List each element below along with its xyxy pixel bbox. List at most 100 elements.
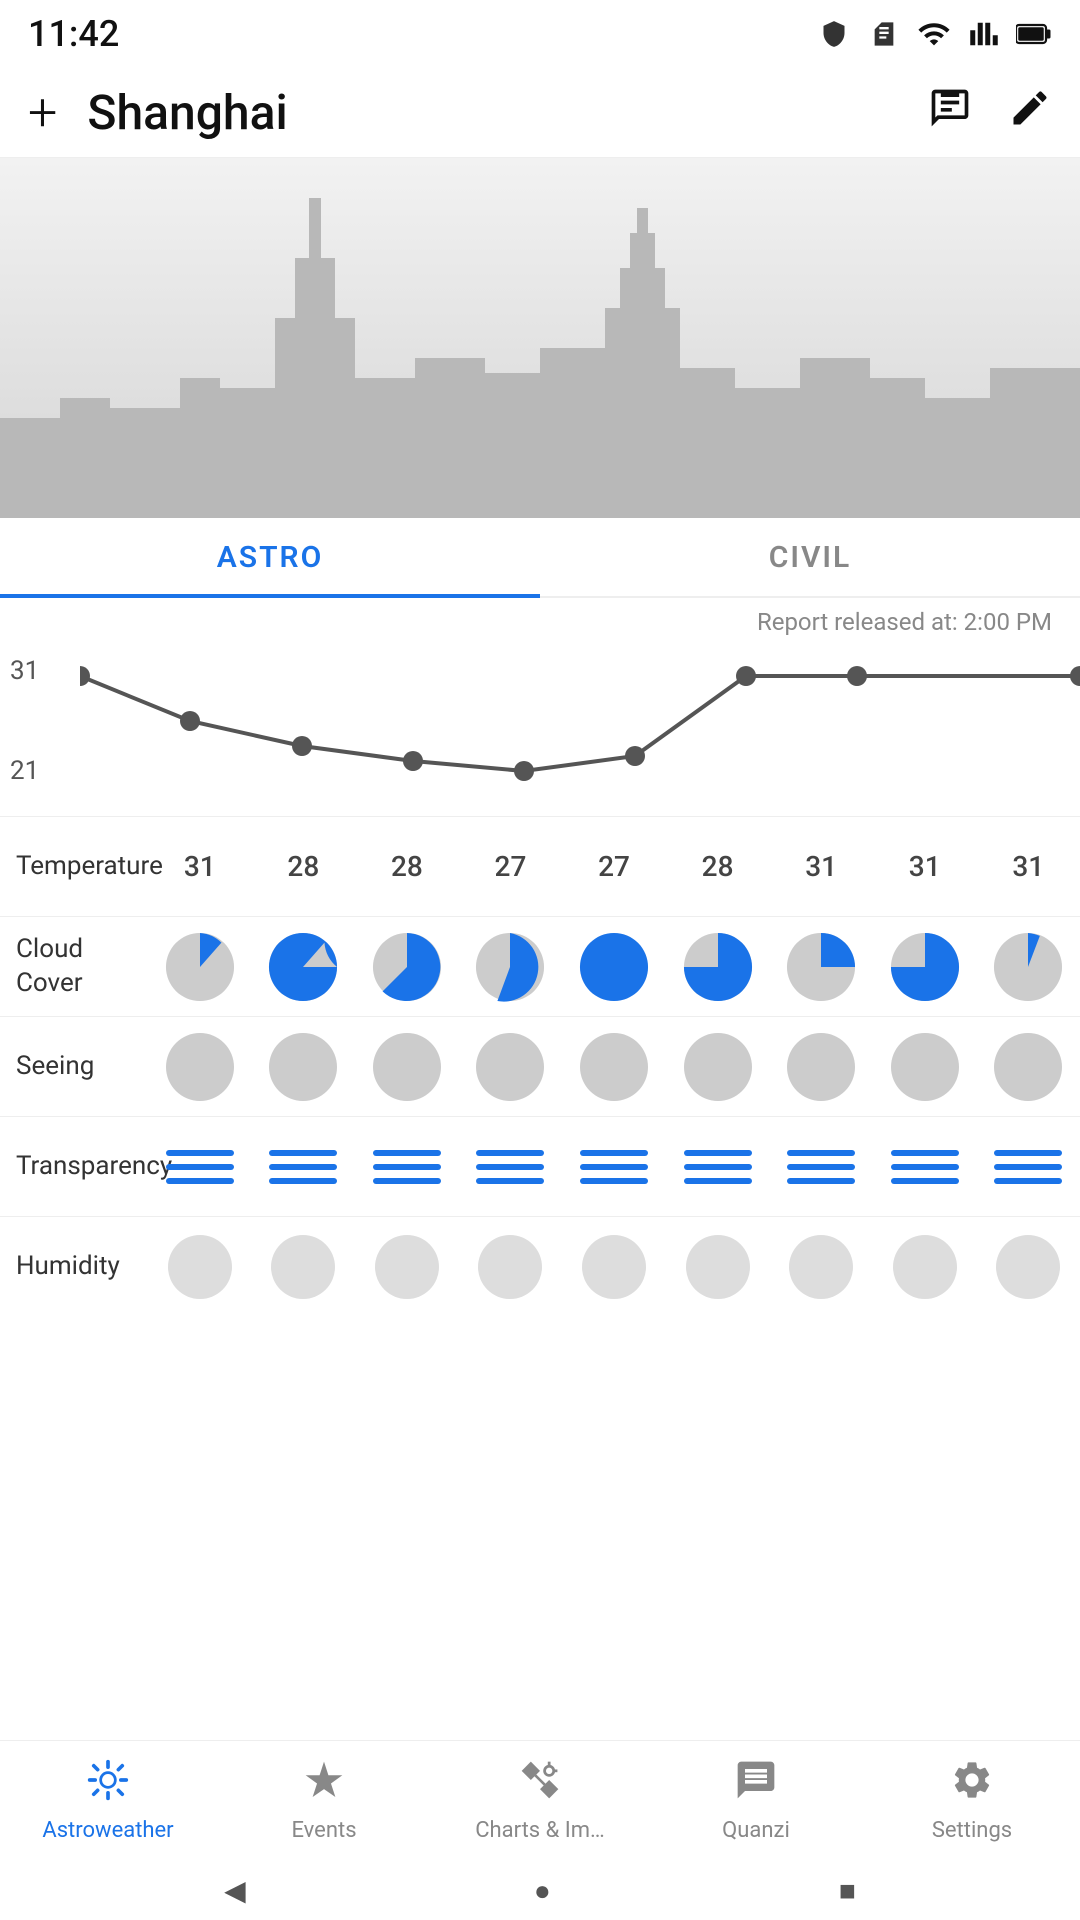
recent-button[interactable]: ■: [839, 1874, 856, 1907]
seeing-row: Seeing: [0, 1016, 1080, 1116]
seeing-cell-5: [666, 1023, 770, 1111]
tab-civil[interactable]: CIVIL: [540, 518, 1080, 596]
tab-astro[interactable]: ASTRO: [0, 518, 540, 596]
humidity-cell-4: [562, 1225, 666, 1309]
chat-icon: [734, 1758, 778, 1812]
status-bar: 11:42: [0, 0, 1080, 68]
sun-icon: [86, 1758, 130, 1812]
temperature-row: Temperature 31 28 28 27 27 28 31 31 31: [0, 816, 1080, 916]
temp-cell-7: 31: [873, 840, 977, 893]
nav-label-events: Events: [291, 1818, 356, 1843]
message-button[interactable]: [928, 86, 972, 140]
bottom-nav: Astroweather Events Charts & Im…: [0, 1740, 1080, 1860]
trans-cell-8: [977, 1136, 1080, 1198]
trans-cell-2: [355, 1136, 459, 1198]
cloud-cell-4: [562, 920, 666, 1014]
trans-cell-7: [873, 1136, 977, 1198]
shield-icon: [816, 16, 852, 52]
seeing-cell-7: [873, 1023, 977, 1111]
temp-cell-3: 27: [459, 840, 563, 893]
temp-cell-6: 31: [769, 840, 873, 893]
skyline-hero: [0, 158, 1080, 518]
seeing-cell-4: [562, 1023, 666, 1111]
nav-item-settings[interactable]: Settings: [864, 1741, 1080, 1860]
cloud-cell-3: [459, 920, 563, 1014]
chart-line-area: [80, 646, 1080, 816]
sim-icon: [866, 16, 902, 52]
cloud-cell-8: [977, 920, 1080, 1014]
nav-item-charts[interactable]: Charts & Im…: [432, 1741, 648, 1860]
humidity-cell-7: [873, 1225, 977, 1309]
humidity-cell-3: [459, 1225, 563, 1309]
trans-cell-4: [562, 1136, 666, 1198]
trans-cell-3: [459, 1136, 563, 1198]
top-bar-left: + Shanghai: [28, 82, 288, 143]
humidity-cell-6: [769, 1225, 873, 1309]
humidity-cell-1: [252, 1225, 356, 1309]
transparency-cells: [148, 1136, 1080, 1198]
home-button[interactable]: ●: [534, 1874, 551, 1907]
status-icons: [816, 16, 1052, 52]
add-button[interactable]: +: [28, 82, 57, 143]
signal-icon: [966, 16, 1002, 52]
top-bar: + Shanghai: [0, 68, 1080, 158]
trans-cell-1: [252, 1136, 356, 1198]
data-grid: Temperature 31 28 28 27 27 28 31 31 31 C…: [0, 816, 1080, 1316]
star-icon: [302, 1758, 346, 1812]
cloud-cell-1: [252, 920, 356, 1014]
tabs-bar: ASTRO CIVIL: [0, 518, 1080, 598]
page-title: Shanghai: [87, 84, 287, 141]
humidity-cell-2: [355, 1225, 459, 1309]
status-time: 11:42: [28, 13, 119, 55]
humidity-row: Humidity: [0, 1216, 1080, 1316]
battery-icon: [1016, 16, 1052, 52]
seeing-cell-3: [459, 1023, 563, 1111]
transparency-row: Transparency: [0, 1116, 1080, 1216]
back-button[interactable]: ◀: [224, 1874, 246, 1907]
edit-button[interactable]: [1008, 86, 1052, 140]
cloud-cover-cells: [148, 920, 1080, 1014]
nav-label-quanzi: Quanzi: [722, 1818, 790, 1843]
temp-cell-8: 31: [977, 840, 1080, 893]
humidity-cell-5: [666, 1225, 770, 1309]
cloud-cell-5: [666, 920, 770, 1014]
nav-item-quanzi[interactable]: Quanzi: [648, 1741, 864, 1860]
nav-item-astroweather[interactable]: Astroweather: [0, 1741, 216, 1860]
cloud-cover-label: Cloud Cover: [0, 923, 148, 1011]
top-bar-right: [928, 86, 1052, 140]
gear-icon: [950, 1758, 994, 1812]
seeing-cell-0: [148, 1023, 252, 1111]
temp-cell-5: 28: [666, 840, 770, 893]
humidity-cell-8: [977, 1225, 1080, 1309]
nav-label-settings: Settings: [932, 1818, 1012, 1843]
satellite-icon: [518, 1758, 562, 1812]
temp-cell-1: 28: [252, 840, 356, 893]
seeing-cells: [148, 1023, 1080, 1111]
temperature-label: Temperature: [0, 840, 148, 894]
seeing-cell-6: [769, 1023, 873, 1111]
trans-cell-0: [148, 1136, 252, 1198]
temp-cell-2: 28: [355, 840, 459, 893]
temp-cell-0: 31: [148, 840, 252, 893]
android-nav: ◀ ● ■: [0, 1860, 1080, 1920]
humidity-cell-0: [148, 1225, 252, 1309]
cloud-cover-row: Cloud Cover: [0, 916, 1080, 1016]
wifi-icon: [916, 16, 952, 52]
report-line: Report released at: 2:00 PM: [0, 598, 1080, 646]
nav-label-charts: Charts & Im…: [475, 1818, 605, 1843]
cloud-cell-7: [873, 920, 977, 1014]
nav-item-events[interactable]: Events: [216, 1741, 432, 1860]
seeing-cell-1: [252, 1023, 356, 1111]
seeing-label: Seeing: [0, 1040, 148, 1094]
cloud-cell-2: [355, 920, 459, 1014]
humidity-cells: [148, 1225, 1080, 1309]
cloud-cell-0: [148, 920, 252, 1014]
chart-y-max: 31: [10, 656, 39, 686]
trans-cell-6: [769, 1136, 873, 1198]
temp-cell-4: 27: [562, 840, 666, 893]
seeing-cell-8: [977, 1023, 1080, 1111]
trans-cell-5: [666, 1136, 770, 1198]
chart-area: 31 21: [0, 646, 1080, 816]
humidity-label: Humidity: [0, 1240, 148, 1294]
temperature-cells: 31 28 28 27 27 28 31 31 31: [148, 840, 1080, 893]
